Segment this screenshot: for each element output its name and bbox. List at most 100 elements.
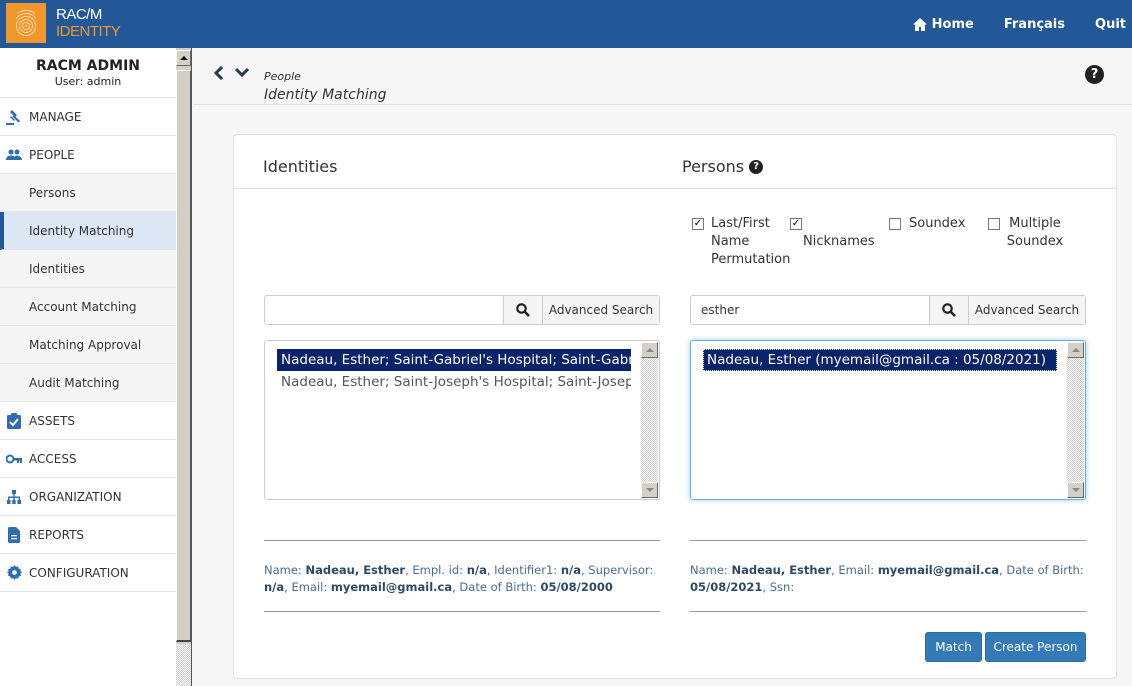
divider — [690, 611, 1086, 612]
top-bar: RAC/M IDENTITY Home Français Quit — [0, 0, 1132, 48]
matching-card: Identities Persons ? ✓ Last/First Name P… — [233, 134, 1117, 679]
sidebar-item-configuration[interactable]: CONFIGURATION — [0, 554, 176, 592]
option-label: Last/First Name Permutation — [711, 216, 791, 267]
divider — [690, 540, 1086, 541]
user-block: RACM ADMIN User: admin — [0, 48, 176, 98]
top-nav: Home Français Quit — [912, 0, 1132, 48]
persons-advanced-search-button[interactable]: Advanced Search — [968, 296, 1085, 324]
sidebar-item-label: ORGANIZATION — [29, 489, 122, 504]
match-button[interactable]: Match — [925, 632, 982, 662]
detail-label: , Ssn: — [762, 580, 795, 594]
persons-heading-label: Persons — [682, 157, 745, 176]
listbox-scrollbar[interactable] — [1067, 342, 1084, 498]
card-header: Identities Persons ? — [234, 135, 1116, 189]
create-person-button[interactable]: Create Person — [985, 632, 1086, 662]
persons-search-button[interactable] — [929, 296, 968, 324]
person-detail: Name: Nadeau, Esther, Email: myemail@gma… — [690, 562, 1086, 596]
detail-label: Name: — [264, 563, 306, 577]
scroll-up-arrow-icon[interactable] — [176, 50, 191, 66]
identity-detail: Name: Nadeau, Esther, Empl. id: n/a, Ide… — [264, 562, 660, 596]
scroll-down-arrow-icon[interactable] — [641, 482, 658, 498]
detail-label: , Email: — [831, 563, 878, 577]
scroll-up-arrow-icon[interactable] — [641, 342, 658, 358]
persons-search-group: Advanced Search — [690, 295, 1086, 325]
identities-heading: Identities — [263, 157, 338, 176]
chevron-left-icon[interactable] — [213, 66, 225, 80]
divider — [264, 611, 660, 612]
multiple-soundex-label: Multiple Soundex — [1006, 216, 1064, 249]
user-name: RACM ADMIN — [35, 58, 140, 74]
breadcrumb-parent[interactable]: People — [264, 70, 301, 83]
sidebar: RACM ADMIN User: admin MANAGE PEOPLE Per… — [0, 48, 176, 686]
detail-label: , Date of Birth: — [452, 580, 541, 594]
home-icon — [912, 17, 927, 31]
scrollbar-thumb[interactable] — [176, 70, 191, 642]
language-link[interactable]: Français — [1004, 17, 1065, 32]
scrollbar-track[interactable] — [176, 644, 191, 686]
detail-value: 05/08/2021 — [690, 580, 763, 594]
detail-label: , Identifier1: — [486, 563, 561, 577]
help-icon[interactable]: ? — [1085, 65, 1104, 84]
persons-search-input[interactable] — [691, 296, 929, 324]
scroll-up-arrow-icon[interactable] — [1067, 342, 1084, 358]
multiple-soundex-checkbox[interactable] — [988, 218, 1000, 230]
sidebar-item-organization[interactable]: ORGANIZATION — [0, 478, 176, 516]
sidebar-item-reports[interactable]: REPORTS — [0, 516, 176, 554]
persons-listbox[interactable]: Nadeau, Esther (myemail@gmail.ca : 05/08… — [690, 340, 1086, 500]
user-subtitle: User: admin — [54, 75, 122, 88]
identities-search-input[interactable] — [265, 296, 503, 324]
identities-advanced-search-button[interactable]: Advanced Search — [542, 296, 659, 324]
sidebar-sub-identity-matching[interactable]: Identity Matching — [0, 212, 176, 250]
search-icon — [942, 303, 956, 317]
sidebar-sub-identities[interactable]: Identities — [0, 250, 176, 288]
sidebar-item-manage[interactable]: MANAGE — [0, 98, 176, 136]
home-link[interactable]: Home — [912, 16, 974, 32]
help-icon[interactable]: ? — [749, 159, 764, 174]
sidebar-item-label: PEOPLE — [29, 147, 75, 162]
soundex-checkbox[interactable] — [889, 218, 901, 230]
persons-heading: Persons ? — [682, 157, 764, 176]
logo-line1: RAC/M — [56, 6, 102, 23]
home-label: Home — [931, 16, 974, 32]
sidebar-item-assets[interactable]: ASSETS — [0, 402, 176, 440]
detail-value: n/a — [264, 580, 285, 594]
chevron-down-icon[interactable] — [235, 66, 249, 78]
detail-label: , Email: — [284, 580, 331, 594]
detail-label: , Date of Birth: — [999, 563, 1084, 577]
sidebar-scrollbar[interactable] — [176, 48, 192, 686]
soundex-label: Soundex — [909, 216, 966, 231]
sidebar-item-label: CONFIGURATION — [29, 565, 129, 580]
scroll-down-arrow-icon[interactable] — [1067, 482, 1084, 498]
sidebar-item-label: ASSETS — [29, 413, 75, 428]
detail-label: Name: — [690, 563, 732, 577]
app-logo-text[interactable]: RAC/M IDENTITY — [56, 6, 121, 40]
sidebar-item-label: ACCESS — [29, 451, 77, 466]
nicknames-label: Nicknames — [803, 234, 875, 249]
sidebar-item-label: REPORTS — [29, 527, 85, 542]
identities-search-group: Advanced Search — [264, 295, 660, 325]
divider — [264, 540, 660, 541]
identities-listbox[interactable]: Nadeau, Esther; Saint-Gabriel's Hospital… — [264, 340, 660, 500]
sidebar-sub-persons[interactable]: Persons — [0, 174, 176, 212]
fingerprint-logo-icon — [6, 3, 46, 43]
last-first-permutation-checkbox[interactable]: ✓ — [692, 218, 704, 230]
detail-value: Nadeau, Esther — [305, 563, 406, 577]
quit-link[interactable]: Quit — [1095, 17, 1126, 32]
gavel-icon — [6, 109, 22, 125]
nicknames-checkbox[interactable]: ✓ — [790, 218, 802, 230]
sidebar-sub-audit-matching[interactable]: Audit Matching — [0, 364, 176, 402]
list-item[interactable]: Nadeau, Esther; Saint-Gabriel's Hospital… — [277, 349, 631, 371]
detail-value: 05/08/2000 — [540, 580, 613, 594]
sidebar-sub-matching-approval[interactable]: Matching Approval — [0, 326, 176, 364]
listbox-scrollbar[interactable] — [641, 342, 658, 498]
sidebar-item-access[interactable]: ACCESS — [0, 440, 176, 478]
sidebar-sub-account-matching[interactable]: Account Matching — [0, 288, 176, 326]
detail-value: Nadeau, Esther — [731, 563, 832, 577]
list-item[interactable]: Nadeau, Esther; Saint-Joseph's Hospital;… — [277, 371, 631, 393]
identities-search-button[interactable] — [503, 296, 542, 324]
gear-icon — [6, 565, 22, 581]
sidebar-item-people[interactable]: PEOPLE — [0, 136, 176, 174]
list-item[interactable]: Nadeau, Esther (myemail@gmail.ca : 05/08… — [703, 349, 1057, 371]
last-first-permutation-label: Last/First Name Permutation — [704, 215, 791, 269]
sidebar-item-label: MANAGE — [29, 109, 82, 124]
